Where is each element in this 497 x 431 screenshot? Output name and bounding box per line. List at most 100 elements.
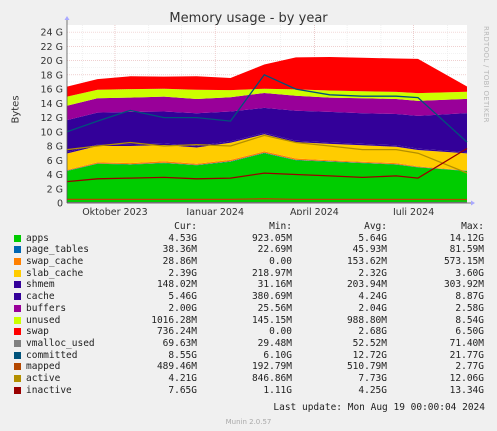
legend-value-avg: 153.62M bbox=[346, 256, 387, 268]
legend-value-avg: 2.04G bbox=[358, 302, 387, 314]
legend-row-swap: swap 736.24M 0.00 2.68G 6.50G bbox=[12, 326, 492, 338]
legend-value-cur: 28.86M bbox=[162, 256, 197, 268]
legend-swatch bbox=[14, 293, 21, 301]
legend-value-min: 380.69M bbox=[251, 291, 292, 303]
legend-label: apps bbox=[26, 232, 49, 244]
legend-row-apps: apps 4.53G 923.05M 5.64G 14.12G bbox=[12, 233, 492, 245]
legend-row-shmem: shmem 148.02M 31.16M 203.94M 303.92M bbox=[12, 279, 492, 291]
legend-value-max: 12.06G bbox=[449, 372, 484, 384]
legend-value-cur: 38.36M bbox=[162, 244, 197, 256]
legend-label: inactive bbox=[26, 384, 72, 396]
legend-swatch bbox=[14, 246, 21, 254]
legend-header-max: Max: bbox=[461, 221, 484, 232]
y-tick-label: 10 G bbox=[41, 127, 63, 138]
legend-swatch bbox=[14, 339, 21, 347]
legend-row-vmalloc-used: vmalloc_used 69.63M 29.48M 52.52M 71.40M bbox=[12, 338, 492, 350]
legend-value-avg: 52.52M bbox=[352, 337, 387, 349]
legend-header: Cur: Min: Avg: Max: bbox=[12, 221, 492, 233]
legend-value-max: 81.59M bbox=[449, 244, 484, 256]
stacked-areas bbox=[67, 57, 467, 203]
x-tick-label: April 2024 bbox=[290, 207, 339, 215]
munin-version: Munin 2.0.57 bbox=[225, 418, 272, 426]
legend-header-avg: Avg: bbox=[364, 221, 387, 232]
legend-value-max: 71.40M bbox=[449, 337, 484, 349]
legend-swatch bbox=[14, 374, 21, 382]
legend-value-max: 13.34G bbox=[449, 384, 484, 396]
legend-swatch bbox=[14, 234, 21, 242]
legend-value-min: 218.97M bbox=[251, 267, 292, 279]
legend-value-max: 2.58G bbox=[455, 302, 484, 314]
last-update: Last update: Mon Aug 19 00:00:04 2024 bbox=[273, 402, 485, 413]
legend-value-cur: 489.46M bbox=[156, 361, 197, 373]
y-tick-label: 14 G bbox=[41, 99, 63, 110]
legend-swatch bbox=[14, 281, 21, 289]
legend-value-avg: 4.25G bbox=[358, 384, 387, 396]
legend-header-cur: Cur: bbox=[174, 221, 197, 232]
y-tick-label: 24 G bbox=[41, 28, 63, 39]
legend-value-min: 25.56M bbox=[257, 302, 292, 314]
legend-value-max: 3.60G bbox=[455, 267, 484, 279]
legend-row-inactive: inactive 7.65G 1.11G 4.25G 13.34G bbox=[12, 385, 492, 397]
y-tick-label: 12 G bbox=[41, 113, 63, 124]
legend-value-min: 0.00 bbox=[269, 256, 292, 268]
legend-value-min: 1.11G bbox=[263, 384, 292, 396]
legend-swatch bbox=[14, 258, 21, 266]
legend-value-cur: 2.39G bbox=[168, 267, 197, 279]
legend-value-cur: 5.46G bbox=[168, 291, 197, 303]
legend-value-max: 303.92M bbox=[443, 279, 484, 291]
x-tick-label: Oktober 2023 bbox=[82, 207, 148, 215]
legend-label: buffers bbox=[26, 302, 67, 314]
legend-label: page_tables bbox=[26, 244, 89, 256]
legend-value-avg: 988.80M bbox=[346, 314, 387, 326]
legend-value-max: 8.87G bbox=[455, 291, 484, 303]
legend-value-cur: 69.63M bbox=[162, 337, 197, 349]
legend-label: vmalloc_used bbox=[26, 337, 95, 349]
y-tick-label: 22 G bbox=[41, 42, 63, 53]
legend-value-avg: 45.93M bbox=[352, 244, 387, 256]
legend-row-cache: cache 5.46G 380.69M 4.24G 8.87G bbox=[12, 291, 492, 303]
legend-label: slab_cache bbox=[26, 267, 84, 279]
legend-label: committed bbox=[26, 349, 78, 361]
legend-value-avg: 203.94M bbox=[346, 279, 387, 291]
x-tick-label: Januar 2024 bbox=[185, 207, 244, 215]
legend-label: swap_cache bbox=[26, 256, 84, 268]
y-tick-label: 4 G bbox=[47, 170, 63, 181]
legend-value-cur: 7.65G bbox=[168, 384, 197, 396]
legend-label: cache bbox=[26, 291, 55, 303]
legend-value-cur: 148.02M bbox=[156, 279, 197, 291]
legend-value-max: 573.15M bbox=[443, 256, 484, 268]
legend-value-min: 0.00 bbox=[269, 326, 292, 338]
legend-value-avg: 5.64G bbox=[358, 232, 387, 244]
legend-value-cur: 2.00G bbox=[168, 302, 197, 314]
legend-value-avg: 510.79M bbox=[346, 361, 387, 373]
legend-label: shmem bbox=[26, 279, 55, 291]
legend-value-avg: 7.73G bbox=[358, 372, 387, 384]
legend-value-cur: 736.24M bbox=[156, 326, 197, 338]
legend-value-min: 31.16M bbox=[257, 279, 292, 291]
legend-row-slab-cache: slab_cache 2.39G 218.97M 2.32G 3.60G bbox=[12, 268, 492, 280]
y-tick-label: 8 G bbox=[47, 142, 63, 153]
legend-row-unused: unused 1016.28M 145.15M 988.80M 8.54G bbox=[12, 315, 492, 327]
legend-row-page-tables: page_tables 38.36M 22.69M 45.93M 81.59M bbox=[12, 244, 492, 256]
legend-value-min: 923.05M bbox=[251, 232, 292, 244]
legend-swatch bbox=[14, 363, 21, 371]
legend-value-min: 29.48M bbox=[257, 337, 292, 349]
y-axis-arrow bbox=[64, 16, 70, 20]
y-tick-label: 2 G bbox=[47, 184, 63, 195]
y-tick-label: 6 G bbox=[47, 156, 63, 167]
legend-value-cur: 8.55G bbox=[168, 349, 197, 361]
legend-value-avg: 2.32G bbox=[358, 267, 387, 279]
legend-row-swap-cache: swap_cache 28.86M 0.00 153.62M 573.15M bbox=[12, 256, 492, 268]
legend-value-min: 846.86M bbox=[251, 372, 292, 384]
legend-value-avg: 2.68G bbox=[358, 326, 387, 338]
memory-chart: 0 2 G 4 G 6 G 8 G 10 G 12 G 14 G 16 G 18 G 20 G 22 … bbox=[41, 16, 475, 215]
x-axis-arrow bbox=[471, 200, 475, 206]
legend-swatch bbox=[14, 304, 21, 312]
legend-value-max: 6.50G bbox=[455, 326, 484, 338]
legend-value-cur: 1016.28M bbox=[151, 314, 197, 326]
legend-label: mapped bbox=[26, 361, 61, 373]
legend-row-mapped: mapped 489.46M 192.79M 510.79M 2.77G bbox=[12, 361, 492, 373]
x-tick-label: Juli 2024 bbox=[392, 207, 434, 215]
legend-value-min: 6.10G bbox=[263, 349, 292, 361]
legend-header-min: Min: bbox=[269, 221, 292, 232]
